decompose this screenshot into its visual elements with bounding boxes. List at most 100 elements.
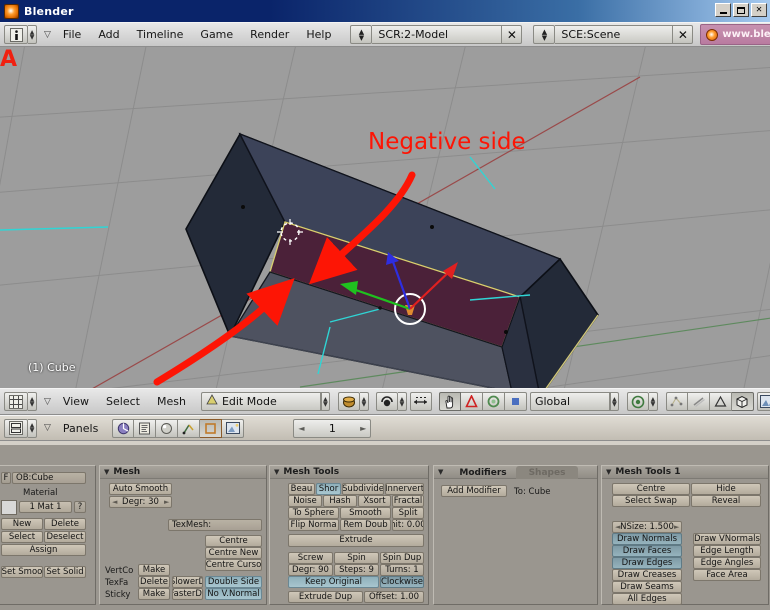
screen-name-field[interactable]: SCR:2-Model (372, 25, 503, 44)
panel-mesh-header[interactable]: ▼ Mesh (100, 466, 266, 479)
xsort-button[interactable]: Xsort (358, 495, 391, 507)
vertcol-make-button[interactable]: Make (138, 564, 170, 576)
buttons-collapse-triangle-down-icon[interactable]: ▽ (40, 423, 53, 433)
material-new-button[interactable]: New (1, 518, 43, 530)
draw-normals-button[interactable]: Draw Normals (612, 533, 682, 545)
edge-select-icon[interactable] (687, 392, 710, 411)
split-button[interactable]: Split (392, 507, 424, 519)
frame-prev-icon[interactable]: ◄ (298, 424, 304, 433)
blender-website-link[interactable]: www.blende (700, 24, 770, 45)
pivot-point-selector[interactable]: ▲ ▼ (626, 392, 658, 411)
extrude-button[interactable]: Extrude (288, 534, 424, 547)
scene-delete-button[interactable]: ✕ (673, 25, 694, 44)
material-index-selector[interactable]: 1 Mat 1 (19, 501, 72, 513)
menu-timeline[interactable]: Timeline (130, 28, 191, 41)
pivot-median-point-icon[interactable] (626, 392, 649, 411)
tab-shapes[interactable]: Shapes (516, 466, 578, 479)
triangle-down-icon[interactable]: ▽ (40, 30, 53, 40)
viewport-window-type-spinner[interactable]: ▲ ▼ (28, 392, 37, 411)
hash-button[interactable]: Hash (323, 495, 357, 507)
spin-dup-button[interactable]: Spin Dup (380, 552, 424, 564)
buttons-window-type-icon[interactable] (4, 418, 28, 438)
fractal-button[interactable]: Fractal (392, 495, 424, 507)
menu-game[interactable]: Game (193, 28, 240, 41)
pivot-spinner[interactable]: ▲ ▼ (397, 392, 407, 411)
minimize-button[interactable] (715, 3, 731, 17)
buttons-window-type-spinner[interactable]: ▲ ▼ (28, 418, 37, 438)
draw-seams-button[interactable]: Draw Seams (612, 581, 682, 593)
beauty-button[interactable]: Beau (288, 483, 315, 495)
material-select-button[interactable]: Select (1, 531, 43, 543)
face-area-button[interactable]: Face Area (693, 569, 761, 581)
shading-panel-icon[interactable] (156, 418, 179, 438)
translate-manipulator-icon[interactable] (460, 392, 483, 411)
draw-type-spinner[interactable]: ▲ ▼ (359, 392, 369, 411)
object-name-field[interactable]: OB:Cube (12, 472, 86, 484)
menu-render[interactable]: Render (243, 28, 296, 41)
editing-panel-icon[interactable] (200, 418, 223, 438)
centre-button-mt1[interactable]: Centre (612, 483, 690, 495)
panel-mesh-tools-1-header[interactable]: ▼ Mesh Tools 1 (602, 466, 768, 479)
subdivide-button[interactable]: Subdivide (342, 483, 384, 495)
rotate-around-icon[interactable] (375, 392, 398, 411)
window-type-spinner[interactable]: ▲ ▼ (28, 25, 37, 44)
auto-smooth-degr-slider[interactable]: Degr: 30 (109, 496, 172, 508)
panel-mesh-tools-collapse-triangle-down-icon[interactable]: ▼ (274, 468, 279, 476)
turns-slider[interactable]: Turns: 1 (380, 564, 424, 576)
sticky-make-button[interactable]: Make (138, 588, 170, 600)
edge-angles-button[interactable]: Edge Angles (693, 557, 761, 569)
panel-modifiers-header[interactable]: ▼ Modifiers Shapes (434, 466, 597, 479)
viewport-menu-mesh[interactable]: Mesh (150, 395, 193, 408)
steps-slider[interactable]: Steps: 9 (334, 564, 379, 576)
material-assign-button[interactable]: Assign (1, 544, 86, 556)
panel-mesh-tools-1-collapse-triangle-down-icon[interactable]: ▼ (606, 468, 611, 476)
buttons-window-type-selector[interactable]: ▲ ▼ (4, 418, 37, 438)
draw-type-selector[interactable]: ▲ ▼ (337, 392, 369, 411)
nsize-slider[interactable]: NSize: 1.500 (612, 521, 682, 533)
no-vnormal-flip-button[interactable]: No V.Normal (205, 588, 262, 600)
spin-button[interactable]: Spin (334, 552, 379, 564)
scene-updown-arrows-icon[interactable]: ▲ ▼ (533, 25, 556, 44)
face-select-icon[interactable] (709, 392, 732, 411)
set-smooth-button[interactable]: Set Smoo (1, 566, 43, 578)
menu-file[interactable]: File (56, 28, 88, 41)
edge-length-button[interactable]: Edge Length (693, 545, 761, 557)
maximize-button[interactable] (733, 3, 749, 17)
tab-modifiers[interactable]: Modifiers (452, 466, 514, 479)
translate-measure-icon[interactable] (409, 392, 432, 411)
occlude-background-icon[interactable] (731, 392, 754, 411)
rotate-manipulator-icon[interactable] (482, 392, 505, 411)
innervert-button[interactable]: Innervert (385, 483, 424, 495)
orientation-selector[interactable]: Global ▲ ▼ (529, 392, 619, 411)
vertex-select-icon[interactable] (665, 392, 688, 411)
screen-delete-button[interactable]: ✕ (502, 25, 523, 44)
centre-button[interactable]: Centre (205, 535, 262, 547)
orientation-spinner[interactable]: ▲ ▼ (609, 392, 619, 411)
set-solid-button[interactable]: Set Solid (44, 566, 86, 578)
scene-panel-icon[interactable] (222, 418, 245, 438)
scale-manipulator-icon[interactable] (504, 392, 527, 411)
panel-modifiers-collapse-triangle-down-icon[interactable]: ▼ (434, 468, 443, 476)
keep-original-button[interactable]: Keep Original (288, 576, 379, 588)
logic-panel-icon[interactable] (112, 418, 135, 438)
doubles-limit-slider[interactable]: imit: 0.001 (392, 519, 424, 531)
screen-selector[interactable]: ▲ ▼ SCR:2-Model ✕ (350, 25, 523, 44)
short-button[interactable]: Shor (316, 483, 341, 495)
texmesh-field[interactable]: TexMesh: (168, 519, 262, 531)
3d-viewport[interactable]: Negative side Positive side A (1) Cube (0, 47, 770, 388)
frame-next-icon[interactable]: ► (360, 424, 366, 433)
object-link-f-button[interactable]: F (1, 472, 11, 484)
double-sided-button[interactable]: Double Side (205, 576, 262, 588)
frame-stepper[interactable]: ◄ 1 ► (293, 418, 372, 438)
panel-mesh-collapse-triangle-down-icon[interactable]: ▼ (104, 468, 109, 476)
remove-doubles-button[interactable]: Rem Doub (340, 519, 391, 531)
material-deselect-button[interactable]: Deselect (44, 531, 86, 543)
degr-slider[interactable]: Degr: 90 (288, 564, 333, 576)
close-button[interactable]: ✕ (751, 3, 767, 17)
noise-button[interactable]: Noise (288, 495, 322, 507)
script-panel-icon[interactable] (134, 418, 157, 438)
centre-cursor-button[interactable]: Centre Curso (205, 559, 262, 571)
all-edges-button[interactable]: All Edges (612, 593, 682, 605)
viewport-window-type-selector[interactable]: ▲ ▼ (4, 392, 37, 411)
extrude-dup-button[interactable]: Extrude Dup (288, 591, 363, 603)
